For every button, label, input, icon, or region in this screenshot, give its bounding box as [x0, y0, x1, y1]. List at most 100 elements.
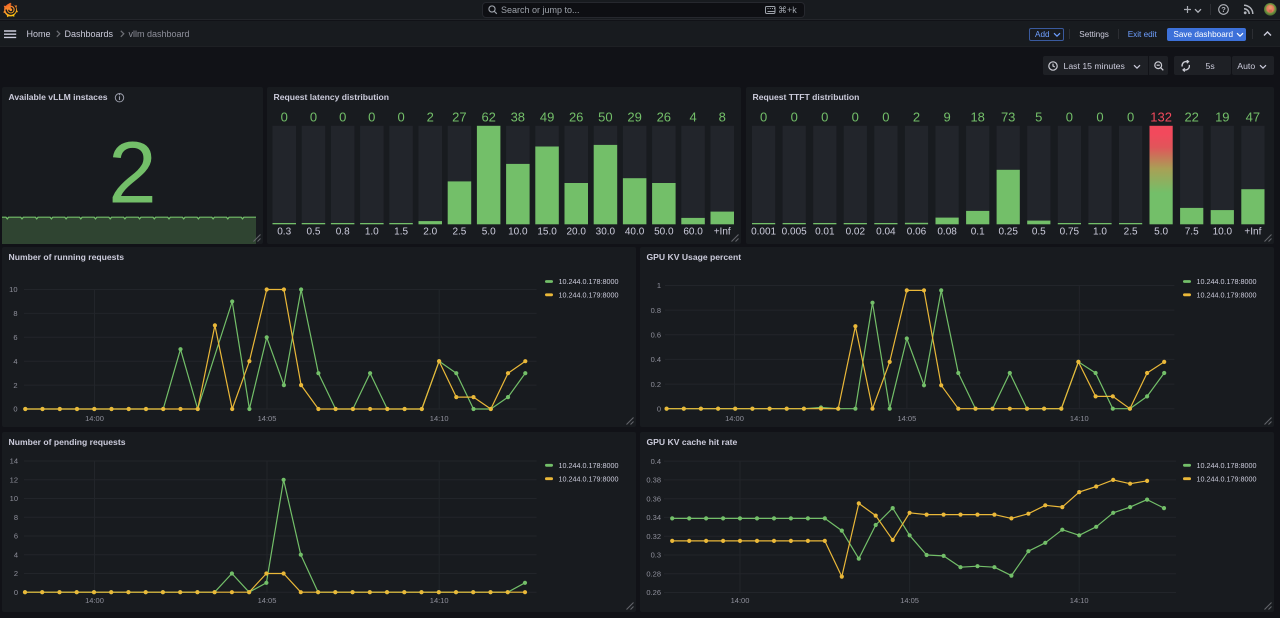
svg-text:10.0: 10.0: [508, 227, 528, 238]
svg-text:0: 0: [310, 109, 317, 124]
svg-text:14:00: 14:00: [725, 414, 744, 423]
svg-text:0.06: 0.06: [907, 227, 927, 238]
svg-text:7.5: 7.5: [1185, 227, 1199, 238]
svg-text:2.5: 2.5: [452, 227, 466, 238]
svg-text:0: 0: [1127, 109, 1134, 124]
svg-text:8: 8: [13, 309, 17, 318]
svg-text:47: 47: [1246, 109, 1260, 124]
svg-text:0.32: 0.32: [646, 532, 661, 541]
svg-text:14:05: 14:05: [900, 596, 919, 605]
svg-text:19: 19: [1215, 109, 1229, 124]
svg-text:2.0: 2.0: [423, 227, 437, 238]
svg-text:60.0: 60.0: [683, 227, 703, 238]
svg-text:10.244.0.178:8000: 10.244.0.178:8000: [559, 277, 619, 286]
svg-text:30.0: 30.0: [596, 227, 616, 238]
svg-text:0.5: 0.5: [307, 227, 321, 238]
svg-text:0.25: 0.25: [998, 227, 1018, 238]
svg-text:0: 0: [281, 109, 288, 124]
svg-text:40.0: 40.0: [625, 227, 645, 238]
svg-text:5: 5: [1035, 109, 1042, 124]
svg-text:0: 0: [657, 404, 661, 413]
svg-text:2.5: 2.5: [1124, 227, 1138, 238]
svg-text:14:05: 14:05: [258, 414, 277, 423]
svg-text:14:00: 14:00: [85, 414, 104, 423]
svg-text:0.02: 0.02: [846, 227, 866, 238]
svg-text:+Inf: +Inf: [714, 227, 731, 238]
svg-text:0: 0: [13, 405, 17, 414]
svg-text:0: 0: [368, 109, 375, 124]
svg-text:0.4: 0.4: [651, 457, 661, 466]
svg-text:10: 10: [10, 494, 18, 503]
svg-text:14:10: 14:10: [1070, 596, 1089, 605]
svg-text:6: 6: [13, 333, 17, 342]
svg-text:0.6: 0.6: [651, 331, 661, 340]
svg-text:14:00: 14:00: [731, 596, 750, 605]
svg-text:10.244.0.179:8000: 10.244.0.179:8000: [1197, 290, 1257, 299]
svg-text:2: 2: [14, 569, 18, 578]
svg-text:29: 29: [627, 109, 641, 124]
svg-text:10.244.0.178:8000: 10.244.0.178:8000: [1197, 461, 1257, 470]
svg-text:0.26: 0.26: [646, 588, 661, 597]
svg-text:26: 26: [569, 109, 583, 124]
svg-text:0.75: 0.75: [1060, 227, 1080, 238]
svg-text:0.36: 0.36: [646, 494, 661, 503]
svg-text:Number of pending requests: Number of pending requests: [9, 437, 126, 447]
svg-text:0: 0: [882, 109, 889, 124]
svg-text:62: 62: [481, 109, 495, 124]
svg-text:50.0: 50.0: [654, 227, 674, 238]
svg-text:0.1: 0.1: [971, 227, 985, 238]
svg-text:14:10: 14:10: [1070, 414, 1089, 423]
svg-text:2: 2: [427, 109, 434, 124]
svg-text:0.38: 0.38: [646, 476, 661, 485]
svg-text:14:10: 14:10: [430, 414, 449, 423]
svg-text:0: 0: [14, 588, 18, 597]
svg-text:10.0: 10.0: [1213, 227, 1233, 238]
svg-text:0: 0: [339, 109, 346, 124]
svg-text:?: ?: [1221, 5, 1226, 14]
svg-text:4: 4: [689, 109, 696, 124]
svg-text:10.244.0.179:8000: 10.244.0.179:8000: [559, 474, 619, 483]
svg-text:10.244.0.178:8000: 10.244.0.178:8000: [1197, 277, 1257, 286]
svg-text:0: 0: [760, 109, 767, 124]
svg-text:0: 0: [397, 109, 404, 124]
svg-text:5.0: 5.0: [1154, 227, 1168, 238]
svg-text:0.2: 0.2: [651, 380, 661, 389]
svg-text:10.244.0.179:8000: 10.244.0.179:8000: [1197, 474, 1257, 483]
svg-text:0.3: 0.3: [277, 227, 291, 238]
svg-text:0.34: 0.34: [646, 513, 661, 522]
svg-text:2: 2: [913, 109, 920, 124]
svg-text:1.0: 1.0: [1093, 227, 1107, 238]
svg-text:6: 6: [14, 532, 18, 541]
svg-text:1.5: 1.5: [394, 227, 408, 238]
svg-text:8: 8: [719, 109, 726, 124]
svg-text:0.005: 0.005: [782, 227, 807, 238]
svg-text:4: 4: [14, 550, 18, 559]
svg-text:14:10: 14:10: [430, 596, 449, 605]
svg-text:0.08: 0.08: [937, 227, 957, 238]
svg-text:38: 38: [511, 109, 525, 124]
svg-text:12: 12: [10, 475, 18, 484]
svg-text:8: 8: [14, 513, 18, 522]
svg-text:+Inf: +Inf: [1244, 227, 1261, 238]
svg-text:14:00: 14:00: [85, 596, 104, 605]
svg-text:26: 26: [657, 109, 671, 124]
svg-text:4: 4: [13, 357, 17, 366]
svg-text:50: 50: [598, 109, 612, 124]
svg-text:0.8: 0.8: [336, 227, 350, 238]
svg-text:GPU KV Usage percent: GPU KV Usage percent: [647, 252, 742, 262]
svg-text:22: 22: [1184, 109, 1198, 124]
svg-text:49: 49: [540, 109, 554, 124]
svg-text:0: 0: [1096, 109, 1103, 124]
svg-text:9: 9: [943, 109, 950, 124]
svg-text:73: 73: [1001, 109, 1015, 124]
svg-text:0.04: 0.04: [876, 227, 896, 238]
svg-text:0.001: 0.001: [751, 227, 776, 238]
svg-text:5.0: 5.0: [482, 227, 496, 238]
svg-text:20.0: 20.0: [566, 227, 586, 238]
svg-text:1.0: 1.0: [365, 227, 379, 238]
svg-text:Number of running requests: Number of running requests: [9, 252, 125, 262]
svg-text:Available vLLM instaces: Available vLLM instaces: [9, 92, 108, 102]
svg-text:132: 132: [1150, 109, 1172, 124]
svg-text:15.0: 15.0: [537, 227, 557, 238]
svg-text:Request TTFT distribution: Request TTFT distribution: [753, 92, 860, 102]
